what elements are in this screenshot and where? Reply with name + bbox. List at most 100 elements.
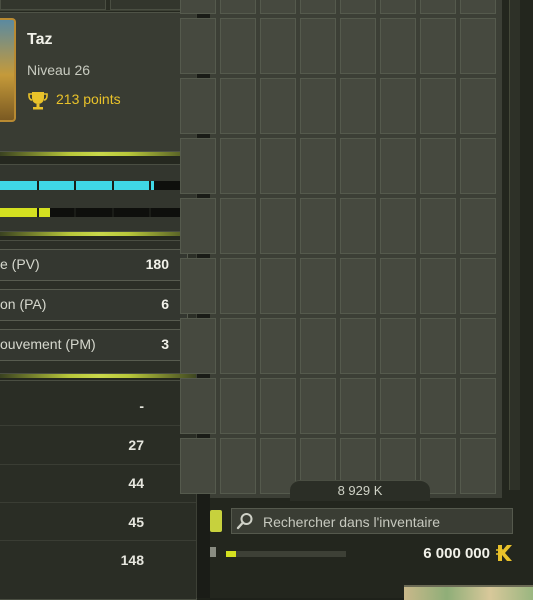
- health-bar-fill: [0, 181, 154, 190]
- inventory-slot[interactable]: [260, 18, 296, 74]
- lock-icon[interactable]: [210, 547, 216, 557]
- inventory-slot[interactable]: [220, 78, 256, 134]
- health-bar: [0, 181, 186, 190]
- section-divider: [0, 374, 198, 378]
- tab-characteristics[interactable]: [0, 0, 106, 10]
- stat-label: on (PA): [0, 296, 47, 312]
- stat-row-pa[interactable]: on (PA) 6: [0, 289, 188, 321]
- stat-label: ouvement (PM): [0, 336, 96, 352]
- inventory-slot[interactable]: [260, 318, 296, 374]
- inventory-slot[interactable]: [420, 318, 456, 374]
- inventory-slot[interactable]: [460, 78, 496, 134]
- inventory-slot[interactable]: [180, 198, 216, 254]
- character-level: Niveau 26: [27, 62, 91, 78]
- inventory-slot[interactable]: [180, 318, 216, 374]
- characteristic-value: 27: [128, 437, 144, 453]
- inventory-slot[interactable]: [380, 78, 416, 134]
- inventory-slot[interactable]: [220, 138, 256, 194]
- inventory-slot[interactable]: [420, 258, 456, 314]
- bar-segment-tick: [112, 208, 114, 217]
- kamas-icon: [496, 545, 512, 561]
- inventory-slot[interactable]: [220, 198, 256, 254]
- bar-segment-tick: [149, 181, 151, 190]
- inventory-slot[interactable]: [380, 18, 416, 74]
- bar-segment-tick: [74, 181, 76, 190]
- inventory-slot[interactable]: [340, 0, 376, 14]
- inventory-slot[interactable]: [420, 78, 456, 134]
- inventory-slot[interactable]: [380, 378, 416, 434]
- inventory-slot[interactable]: [300, 198, 336, 254]
- character-name: Taz: [27, 31, 53, 48]
- inventory-slot[interactable]: [340, 258, 376, 314]
- inventory-slot[interactable]: [220, 0, 256, 14]
- character-portrait[interactable]: [0, 18, 16, 122]
- inventory-slot[interactable]: [420, 198, 456, 254]
- inventory-slot[interactable]: [460, 378, 496, 434]
- inventory-slot[interactable]: [420, 138, 456, 194]
- inventory-slot[interactable]: [260, 258, 296, 314]
- inventory-slot[interactable]: [460, 138, 496, 194]
- inventory-slot[interactable]: [300, 378, 336, 434]
- inventory-slot[interactable]: [380, 198, 416, 254]
- inventory-slot[interactable]: [420, 0, 456, 14]
- inventory-slot[interactable]: [300, 18, 336, 74]
- stat-value: 180: [145, 256, 169, 272]
- search-icon: [236, 513, 253, 530]
- energy-bar: [0, 208, 186, 217]
- stat-row-pv[interactable]: e (PV) 180: [0, 249, 188, 281]
- inventory-slot[interactable]: [460, 198, 496, 254]
- inventory-slot[interactable]: [340, 318, 376, 374]
- inventory-slot[interactable]: [380, 258, 416, 314]
- inventory-slot[interactable]: [180, 378, 216, 434]
- inventory-slot[interactable]: [340, 138, 376, 194]
- characteristics-list: [0, 380, 197, 600]
- inventory-slot[interactable]: [260, 198, 296, 254]
- inventory-slot[interactable]: [220, 18, 256, 74]
- list-divider: [0, 425, 196, 426]
- inventory-slot[interactable]: [180, 138, 216, 194]
- inventory-slot[interactable]: [380, 318, 416, 374]
- inventory-slot[interactable]: [180, 18, 216, 74]
- search-placeholder: Rechercher dans l'inventaire: [263, 514, 440, 530]
- inventory-slot[interactable]: [260, 0, 296, 14]
- inventory-slot[interactable]: [420, 378, 456, 434]
- inventory-slot[interactable]: [340, 198, 376, 254]
- inventory-slot[interactable]: [300, 318, 336, 374]
- inventory-slot[interactable]: [460, 318, 496, 374]
- trophy-icon: [28, 92, 48, 110]
- pods-bar: [226, 551, 346, 557]
- inventory-slot[interactable]: [260, 378, 296, 434]
- section-divider: [0, 232, 198, 236]
- inventory-slot[interactable]: [300, 138, 336, 194]
- inventory-slot[interactable]: [220, 378, 256, 434]
- inventory-slot[interactable]: [380, 138, 416, 194]
- stat-row-pm[interactable]: ouvement (PM) 3: [0, 329, 188, 361]
- inventory-slot[interactable]: [460, 18, 496, 74]
- inventory-slot[interactable]: [300, 0, 336, 14]
- inventory-slot[interactable]: [340, 18, 376, 74]
- inventory-scrollbar[interactable]: [509, 0, 520, 490]
- inventory-slot[interactable]: [300, 78, 336, 134]
- inventory-slot[interactable]: [180, 0, 216, 14]
- inventory-grid: [180, 0, 502, 498]
- inventory-slot[interactable]: [340, 378, 376, 434]
- inventory-slot[interactable]: [460, 438, 496, 494]
- inventory-slot[interactable]: [380, 0, 416, 14]
- inventory-slot[interactable]: [180, 438, 216, 494]
- inventory-slot[interactable]: [300, 258, 336, 314]
- stat-value: 3: [161, 336, 169, 352]
- inventory-slot[interactable]: [340, 78, 376, 134]
- inventory-slot[interactable]: [220, 438, 256, 494]
- inventory-slot[interactable]: [220, 318, 256, 374]
- bar-segment-tick: [112, 181, 114, 190]
- inventory-slot[interactable]: [180, 78, 216, 134]
- inventory-slot[interactable]: [260, 78, 296, 134]
- filter-button[interactable]: [210, 510, 222, 532]
- inventory-slot[interactable]: [460, 258, 496, 314]
- inventory-slot[interactable]: [220, 258, 256, 314]
- inventory-slot[interactable]: [260, 138, 296, 194]
- inventory-slot[interactable]: [420, 18, 456, 74]
- achievement-points[interactable]: 213 points: [56, 91, 121, 107]
- inventory-slot[interactable]: [180, 258, 216, 314]
- inventory-slot[interactable]: [460, 0, 496, 14]
